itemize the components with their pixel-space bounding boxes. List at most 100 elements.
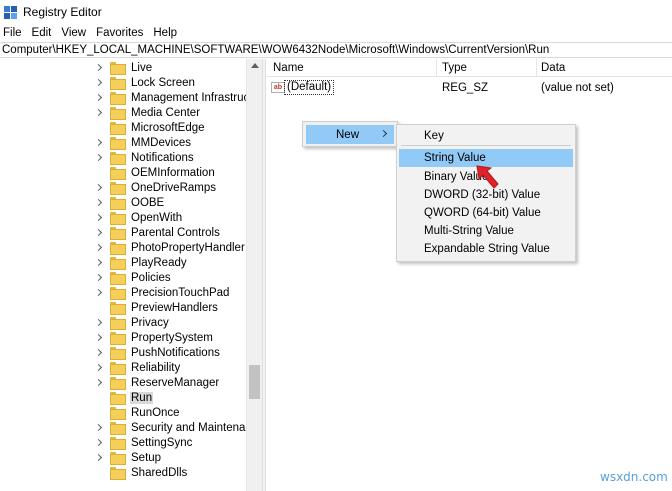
chevron-right-icon[interactable]	[94, 198, 104, 208]
tree-item[interactable]: SharedDlls	[94, 465, 188, 480]
chevron-right-icon[interactable]	[94, 228, 104, 238]
title-bar: Registry Editor	[0, 0, 672, 24]
tree-item-label: PhotoPropertyHandler	[131, 241, 245, 254]
tree-item-label: Management Infrastructure	[131, 91, 262, 104]
tree-item[interactable]: Reliability	[94, 360, 181, 375]
registry-editor-icon	[4, 5, 17, 19]
folder-icon	[110, 407, 126, 420]
scroll-up-icon[interactable]	[251, 63, 259, 68]
folder-icon	[110, 257, 126, 270]
folder-icon	[110, 452, 126, 465]
chevron-right-icon[interactable]	[94, 363, 104, 373]
tree-item[interactable]: OpenWith	[94, 210, 183, 225]
tree-item[interactable]: PlayReady	[94, 255, 188, 270]
column-name[interactable]: Name	[273, 62, 304, 74]
chevron-right-icon[interactable]	[94, 183, 104, 193]
tree-item-label: SettingSync	[131, 436, 193, 449]
tree-item-label: OpenWith	[131, 211, 183, 224]
tree-scrollbar[interactable]	[246, 59, 262, 491]
chevron-right-icon[interactable]	[94, 78, 104, 88]
menu-view[interactable]: View	[57, 27, 90, 39]
folder-icon	[110, 272, 126, 285]
folder-icon	[110, 77, 126, 90]
tree-item[interactable]: PropertySystem	[94, 330, 214, 345]
tree-item[interactable]: OEMInformation	[94, 165, 216, 180]
tree-item[interactable]: Management Infrastructure	[94, 90, 262, 105]
chevron-right-icon[interactable]	[94, 93, 104, 103]
submenu-expandable-string-value[interactable]: Expandable String Value	[399, 240, 573, 258]
chevron-right-icon[interactable]	[94, 273, 104, 283]
tree-item[interactable]: Parental Controls	[94, 225, 221, 240]
value-row-default[interactable]: ab (Default) REG_SZ (value not set)	[266, 79, 672, 96]
tree-item[interactable]: OneDriveRamps	[94, 180, 217, 195]
tree-item[interactable]: Setup	[94, 450, 162, 465]
chevron-right-icon[interactable]	[94, 213, 104, 223]
chevron-right-icon[interactable]	[94, 288, 104, 298]
tree-item-run[interactable]: Run	[94, 390, 154, 405]
tree-item[interactable]: PushNotifications	[94, 345, 221, 360]
tree-item-label: PropertySystem	[131, 331, 213, 344]
column-type[interactable]: Type	[442, 62, 467, 74]
tree-item[interactable]: Notifications	[94, 150, 195, 165]
tree-item[interactable]: RunOnce	[94, 405, 181, 420]
chevron-right-icon[interactable]	[94, 153, 104, 163]
tree-item[interactable]: Policies	[94, 270, 172, 285]
submenu-key[interactable]: Key	[399, 127, 573, 145]
tree-item-label: OneDriveRamps	[131, 181, 216, 194]
chevron-right-icon[interactable]	[94, 318, 104, 328]
tree-item[interactable]: PhotoPropertyHandler	[94, 240, 246, 255]
chevron-right-icon[interactable]	[94, 63, 104, 73]
tree-item[interactable]: Security and Maintenance	[94, 420, 262, 435]
new-menu-item[interactable]: New	[306, 125, 394, 144]
folder-icon	[110, 302, 126, 315]
submenu-separator	[401, 145, 571, 146]
chevron-right-icon[interactable]	[94, 378, 104, 388]
tree-item[interactable]: PreviewHandlers	[94, 300, 219, 315]
folder-icon	[110, 377, 126, 390]
scroll-thumb[interactable]	[249, 365, 260, 399]
tree-item-label: PreviewHandlers	[131, 301, 218, 314]
tree-item[interactable]: Media Center	[94, 105, 201, 120]
folder-icon	[110, 122, 126, 135]
menu-file[interactable]: File	[0, 27, 26, 39]
tree-item-label: OEMInformation	[131, 166, 215, 179]
tree-item-label: Notifications	[131, 151, 194, 164]
tree-item-label: Setup	[131, 451, 162, 464]
address-bar[interactable]: Computer\HKEY_LOCAL_MACHINE\SOFTWARE\WOW…	[0, 42, 672, 58]
chevron-right-icon[interactable]	[94, 348, 104, 358]
tree-item[interactable]: Lock Screen	[94, 75, 196, 90]
tree-item[interactable]: ReserveManager	[94, 375, 220, 390]
menu-help[interactable]: Help	[149, 27, 181, 39]
tree-item[interactable]: OOBE	[94, 195, 165, 210]
folder-icon	[110, 137, 126, 150]
tree-item-label: Policies	[131, 271, 171, 284]
tree-item-label: PlayReady	[131, 256, 187, 269]
window-title: Registry Editor	[23, 5, 102, 19]
chevron-right-icon[interactable]	[94, 138, 104, 148]
folder-icon	[110, 62, 126, 75]
submenu-qword-value[interactable]: QWORD (64-bit) Value	[399, 204, 573, 222]
tree-item-label: OOBE	[131, 196, 165, 209]
tree-item-label: MMDevices	[131, 136, 192, 149]
chevron-right-icon[interactable]	[94, 453, 104, 463]
tree-item[interactable]: PrecisionTouchPad	[94, 285, 230, 300]
key-tree: Live Lock Screen Management Infrastructu…	[0, 59, 262, 491]
submenu-multi-string-value[interactable]: Multi-String Value	[399, 222, 573, 240]
tree-item[interactable]: Privacy	[94, 315, 170, 330]
chevron-right-icon[interactable]	[94, 243, 104, 253]
tree-item[interactable]: Live	[94, 60, 153, 75]
chevron-right-icon[interactable]	[94, 258, 104, 268]
menu-bar: File Edit View Favorites Help	[0, 24, 672, 42]
menu-favorites[interactable]: Favorites	[92, 27, 147, 39]
folder-icon	[110, 152, 126, 165]
tree-item[interactable]: MMDevices	[94, 135, 192, 150]
chevron-right-icon[interactable]	[94, 423, 104, 433]
chevron-right-icon[interactable]	[94, 333, 104, 343]
chevron-right-icon[interactable]	[94, 108, 104, 118]
menu-edit[interactable]: Edit	[28, 27, 56, 39]
tree-item[interactable]: SettingSync	[94, 435, 193, 450]
column-data[interactable]: Data	[541, 62, 565, 74]
watermark-text: wsxdn.com	[600, 470, 668, 484]
chevron-right-icon[interactable]	[94, 438, 104, 448]
tree-item[interactable]: MicrosoftEdge	[94, 120, 206, 135]
